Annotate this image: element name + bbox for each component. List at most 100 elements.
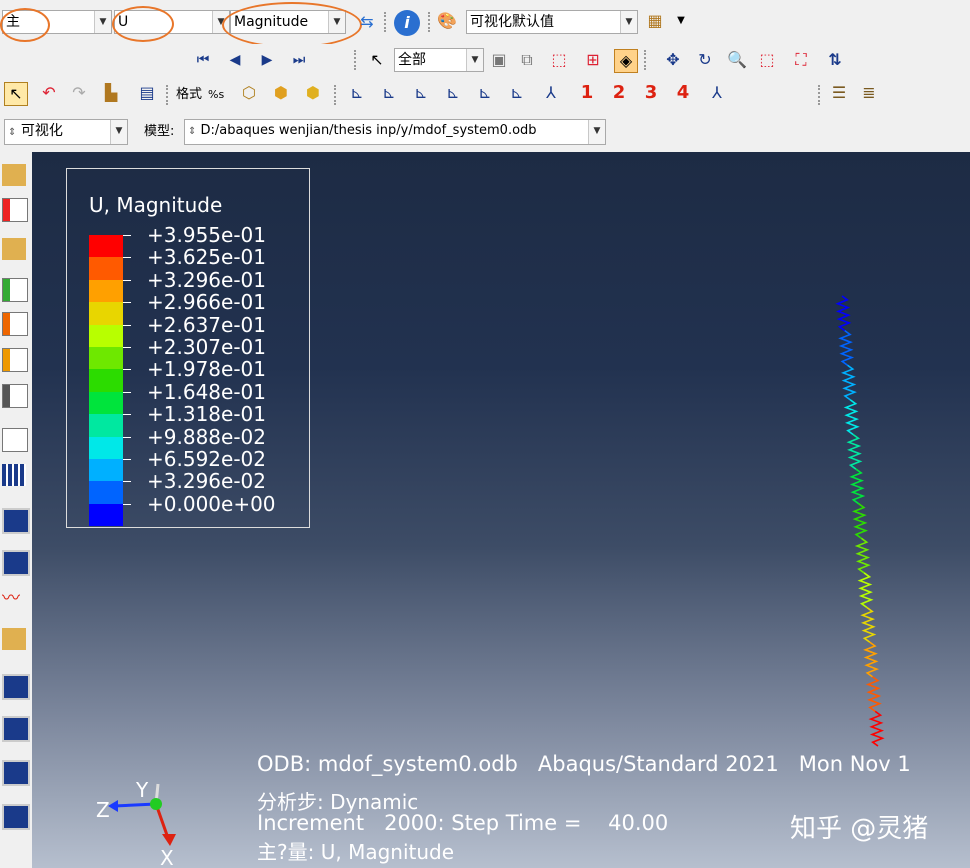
spring-element bbox=[854, 537, 871, 574]
first-frame-icon[interactable]: ⏮ bbox=[192, 49, 214, 71]
table-icon[interactable]: ▤ bbox=[136, 82, 158, 104]
xy-plot-icon[interactable]: 〰 bbox=[2, 588, 26, 610]
module-combo-value: 可视化 bbox=[20, 123, 63, 139]
fit-view-icon[interactable]: ⛶ bbox=[790, 49, 812, 71]
field-output-icon[interactable] bbox=[2, 716, 30, 742]
path-icon[interactable] bbox=[2, 628, 26, 650]
next-frame-icon[interactable]: ▶ bbox=[256, 49, 278, 71]
view-top-icon[interactable]: ⊾ bbox=[410, 82, 432, 104]
model-label: 模型: bbox=[144, 124, 175, 139]
context-bar: ⇕ 可视化 ▼ 模型: ⇕ D:/abaques wenjian/thesis … bbox=[0, 114, 970, 153]
section-points-icon[interactable] bbox=[2, 760, 30, 786]
view-left-icon[interactable]: ⊾ bbox=[474, 82, 496, 104]
model-path: D:/abaques wenjian/thesis inp/y/mdof_sys… bbox=[200, 123, 537, 138]
viewport[interactable]: U, Magnitude +3.955e-01 +3.625e-01 +3.296e… bbox=[32, 152, 970, 868]
annotation-oval bbox=[0, 8, 50, 42]
cube-outline-icon[interactable]: ⬡ bbox=[238, 82, 260, 104]
display-group-icon[interactable]: ⧉ bbox=[516, 49, 538, 71]
spring-element bbox=[835, 295, 852, 332]
view-right-icon[interactable]: ⊾ bbox=[506, 82, 528, 104]
rotate-icon[interactable]: ↻ bbox=[694, 49, 716, 71]
xy-data-icon[interactable] bbox=[2, 550, 30, 576]
selection-options-icon[interactable]: ▣ bbox=[488, 49, 510, 71]
separator bbox=[384, 12, 386, 32]
spring-element bbox=[849, 468, 866, 505]
overlay-plot-icon[interactable] bbox=[2, 348, 28, 372]
contour-plot-icon[interactable] bbox=[2, 198, 28, 222]
deformed-shape-icon[interactable] bbox=[2, 164, 26, 186]
common-options-icon[interactable] bbox=[2, 464, 26, 486]
view-3-button[interactable]: 3 bbox=[640, 82, 662, 104]
model-combo[interactable]: ⇕ D:/abaques wenjian/thesis inp/y/mdof_s… bbox=[184, 119, 606, 145]
view-2-button[interactable]: 2 bbox=[608, 82, 630, 104]
previous-frame-icon[interactable]: ◀ bbox=[224, 49, 246, 71]
selection-combo-value: 全部 bbox=[398, 52, 426, 68]
view-bottom-icon[interactable]: ⊾ bbox=[442, 82, 464, 104]
spring-element bbox=[838, 329, 855, 366]
sync-icon[interactable]: ⇆ bbox=[356, 11, 378, 33]
triad-view-icon[interactable]: ⅄ bbox=[706, 82, 728, 104]
stack-icon[interactable]: ≣ bbox=[858, 82, 880, 104]
chevron-down-icon[interactable]: ▼ bbox=[466, 49, 483, 71]
select-arrow-icon[interactable]: ↖ bbox=[366, 49, 388, 71]
query-arrow-icon[interactable]: ↖ bbox=[4, 82, 28, 106]
chevron-down-icon[interactable]: ▼ bbox=[94, 11, 111, 33]
spring-element bbox=[840, 364, 857, 401]
chevron-down-icon[interactable]: ▼ bbox=[588, 120, 605, 144]
annotation-oval bbox=[222, 2, 362, 48]
palette-icon[interactable]: 🎨 bbox=[436, 10, 458, 32]
box-zoom-icon[interactable]: ⬚ bbox=[756, 49, 778, 71]
spin-icon: ⇕ bbox=[8, 127, 17, 138]
plot-options-combo[interactable]: 可视化默认值 ▼ bbox=[466, 10, 638, 34]
last-frame-icon[interactable]: ⏭ bbox=[288, 49, 310, 71]
chevron-down-icon[interactable]: ▼ bbox=[110, 120, 127, 144]
dropdown-arrow-icon[interactable]: ▼ bbox=[670, 10, 692, 32]
result-options-icon[interactable] bbox=[2, 804, 30, 830]
part-select-icon[interactable]: ◈ bbox=[614, 49, 638, 73]
chevron-down-icon[interactable]: ▼ bbox=[620, 11, 637, 33]
zoom-icon[interactable]: 🔍 bbox=[726, 49, 748, 71]
render-style-icon[interactable]: ▦ bbox=[644, 10, 666, 32]
module-combo[interactable]: ⇕ 可视化 ▼ bbox=[4, 119, 128, 145]
triad-y-label: Y bbox=[136, 778, 149, 802]
triad-x-label: X bbox=[160, 846, 174, 868]
animate-icon[interactable] bbox=[2, 428, 28, 452]
cube-shaded-icon[interactable]: ⬢ bbox=[270, 82, 292, 104]
annotation-oval bbox=[112, 6, 174, 42]
undo-icon[interactable]: ↶ bbox=[38, 82, 60, 104]
swap-view-icon[interactable]: ⇅ bbox=[824, 49, 846, 71]
primary-variable-info-line: 主?量: U, Magnitude bbox=[257, 840, 455, 864]
spring-element bbox=[865, 676, 882, 713]
plot-options-combo-value: 可视化默认值 bbox=[470, 14, 554, 30]
cube-solid-icon[interactable]: ⬢ bbox=[302, 82, 324, 104]
view-back-icon[interactable]: ⊾ bbox=[378, 82, 400, 104]
separator bbox=[818, 85, 820, 105]
view-manager-icon[interactable]: ▙ bbox=[100, 82, 122, 104]
triad-z-label: Z bbox=[96, 798, 110, 822]
node-select-icon[interactable]: ⊞ bbox=[582, 49, 604, 71]
view-4-button[interactable]: 4 bbox=[672, 82, 694, 104]
report-icon[interactable] bbox=[2, 508, 30, 534]
spring-element bbox=[868, 710, 885, 747]
odb-info-line: ODB: mdof_system0.odb Abaqus/Standard 20… bbox=[257, 752, 911, 776]
box-zoom-icon[interactable]: ⬚ bbox=[548, 49, 570, 71]
left-toolbox: 〰 bbox=[0, 152, 32, 868]
material-orientation-icon[interactable] bbox=[2, 312, 28, 336]
view-iso-icon[interactable]: ⅄ bbox=[540, 82, 562, 104]
pan-icon[interactable]: ✥ bbox=[662, 49, 684, 71]
spring-element bbox=[846, 433, 863, 470]
symbol-plot-icon[interactable] bbox=[2, 278, 28, 302]
spring-element bbox=[863, 641, 880, 678]
info-icon[interactable]: i bbox=[394, 10, 420, 36]
plot-options-icon[interactable] bbox=[2, 384, 28, 408]
undeformed-shape-icon[interactable] bbox=[2, 238, 26, 260]
selection-combo[interactable]: 全部 ▼ bbox=[394, 48, 484, 72]
format-label: 格式 bbox=[176, 87, 203, 102]
view-1-button[interactable]: 1 bbox=[576, 82, 598, 104]
view-front-icon[interactable]: ⊾ bbox=[346, 82, 368, 104]
spring-element bbox=[857, 572, 874, 609]
layers-icon[interactable]: ☰ bbox=[828, 82, 850, 104]
redo-icon[interactable]: ↷ bbox=[68, 82, 90, 104]
toolbar-row-2: ⏮ ◀ ▶ ⏭ ↖ 全部 ▼ ▣ ⧉ ⬚ ⊞ ◈ ✥ ↻ 🔍 ⬚ ⛶ ⇅ bbox=[0, 44, 970, 76]
table-options-icon[interactable] bbox=[2, 674, 30, 700]
